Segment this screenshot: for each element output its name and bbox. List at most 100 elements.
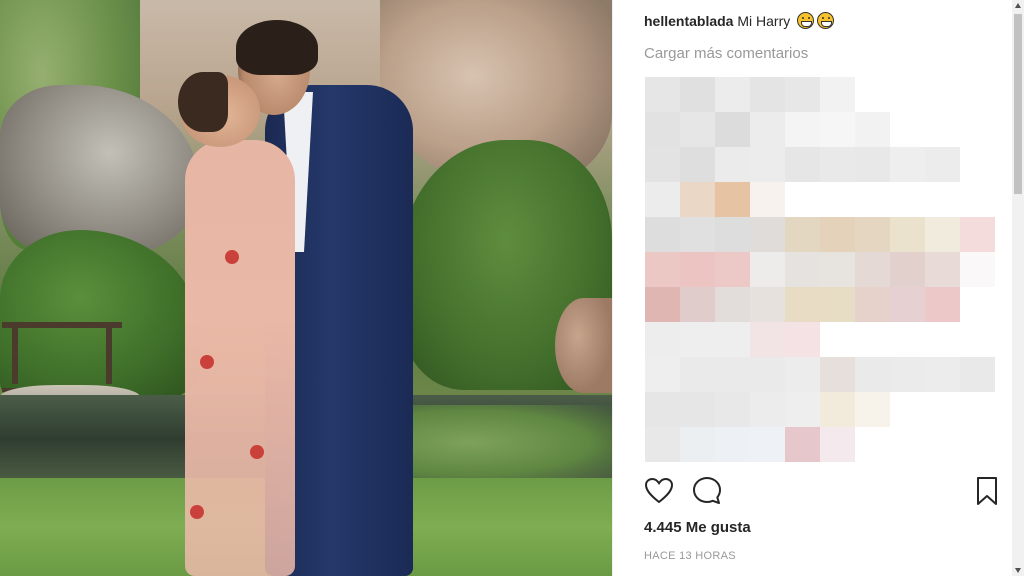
pixelated-comment-block <box>680 322 715 357</box>
bookmark-icon[interactable] <box>971 475 1003 507</box>
pixelated-comment-block <box>785 252 820 287</box>
pixelated-comment-block <box>645 427 680 462</box>
post-details-panel: hellentablada Mi Harry Cargar más coment… <box>612 0 1013 576</box>
pixelated-comment-block <box>820 252 855 287</box>
pixelated-comment-block <box>715 182 750 217</box>
pixelated-comment-block <box>715 392 750 427</box>
pixelated-comment-block <box>715 427 750 462</box>
pixelated-comment-block <box>645 77 680 112</box>
pixelated-comment-block <box>645 252 680 287</box>
load-more-comments-link[interactable]: Cargar más comentarios <box>644 45 808 62</box>
pixelated-comment-block <box>820 357 855 392</box>
pixelated-comment-block <box>715 112 750 147</box>
pixelated-comment-block <box>785 112 820 147</box>
pixelated-comment-block <box>715 287 750 322</box>
pixelated-comment-block <box>750 322 785 357</box>
pixelated-comment-block <box>715 147 750 182</box>
pixelated-comment-block <box>820 392 855 427</box>
grinning-face-emoji <box>817 12 835 29</box>
pixelated-comment-block <box>715 357 750 392</box>
pixelated-comment-block <box>820 147 855 182</box>
caption-username[interactable]: hellentablada <box>644 13 733 29</box>
pixelated-comment-block <box>750 357 785 392</box>
pixelated-comment-block <box>855 217 890 252</box>
post-actions <box>643 475 997 511</box>
pixelated-comment-block <box>750 217 785 252</box>
pixelated-comment-block <box>715 217 750 252</box>
pixelated-comment-block <box>890 287 925 322</box>
pixelated-comment-block <box>820 77 855 112</box>
pixelated-comment-block <box>785 217 820 252</box>
pixelated-comment-block <box>750 182 785 217</box>
dress-flower <box>190 505 204 519</box>
pixelated-comment-block <box>680 252 715 287</box>
pixelated-comment-block <box>855 147 890 182</box>
scrollbar-thumb[interactable] <box>1014 14 1022 194</box>
pixelated-comment-block <box>925 217 960 252</box>
pixelated-comment-block <box>680 147 715 182</box>
pixelated-comment-block <box>680 427 715 462</box>
pixelated-comment-block <box>750 147 785 182</box>
rock-right <box>555 298 612 393</box>
post-caption: hellentablada Mi Harry <box>644 12 835 29</box>
woman-hair <box>178 72 228 132</box>
pixelated-comment-block <box>645 147 680 182</box>
vertical-scrollbar[interactable] <box>1012 0 1024 576</box>
pixelated-comment-block <box>820 427 855 462</box>
pixelated-comment-block <box>750 252 785 287</box>
pixelated-comment-block <box>680 77 715 112</box>
pixelated-comments <box>645 77 995 463</box>
grinning-face-emoji <box>797 12 815 29</box>
pixelated-comment-block <box>820 112 855 147</box>
dress-flower <box>250 445 264 459</box>
pixelated-comment-block <box>680 287 715 322</box>
pixelated-comment-block <box>785 147 820 182</box>
pixelated-comment-block <box>855 287 890 322</box>
pixelated-comment-block <box>750 77 785 112</box>
pixelated-comment-block <box>890 252 925 287</box>
pixelated-comment-block <box>820 287 855 322</box>
pixelated-comment-block <box>855 392 890 427</box>
pixelated-comment-block <box>785 392 820 427</box>
pixelated-comment-block <box>855 357 890 392</box>
pixelated-comment-block <box>925 252 960 287</box>
pixelated-comment-block <box>750 392 785 427</box>
pixelated-comment-block <box>715 77 750 112</box>
pixelated-comment-block <box>925 357 960 392</box>
pixelated-comment-block <box>925 147 960 182</box>
pixelated-comment-block <box>785 322 820 357</box>
pixelated-comment-block <box>750 112 785 147</box>
pixelated-comment-block <box>750 427 785 462</box>
pixelated-comment-block <box>645 217 680 252</box>
pixelated-comment-block <box>715 252 750 287</box>
pixelated-comment-block <box>785 287 820 322</box>
pixelated-comment-block <box>890 147 925 182</box>
man-hair <box>236 20 318 75</box>
rock-left <box>0 85 200 255</box>
pixelated-comment-block <box>960 252 995 287</box>
pixelated-comment-block <box>785 77 820 112</box>
pixelated-comment-block <box>785 427 820 462</box>
pixelated-comment-block <box>855 252 890 287</box>
scroll-up-arrow-icon[interactable] <box>1012 0 1024 12</box>
pixelated-comment-block <box>925 287 960 322</box>
post-photo[interactable] <box>0 0 612 576</box>
post-timestamp: HACE 13 HORAS <box>644 550 736 562</box>
comment-bubble-icon[interactable] <box>691 475 723 507</box>
pixelated-comment-block <box>855 112 890 147</box>
pixelated-comment-block <box>645 357 680 392</box>
likes-count[interactable]: 4.445 Me gusta <box>644 519 751 536</box>
caption-text: Mi Harry <box>737 13 791 29</box>
pixelated-comment-block <box>785 357 820 392</box>
scroll-down-arrow-icon[interactable] <box>1012 564 1024 576</box>
pixelated-comment-block <box>750 287 785 322</box>
pixelated-comment-block <box>680 392 715 427</box>
pixelated-comment-block <box>820 217 855 252</box>
pixelated-comment-block <box>645 112 680 147</box>
pixelated-comment-block <box>960 217 995 252</box>
pixelated-comment-block <box>890 357 925 392</box>
dress-flower <box>200 355 214 369</box>
dress-flower <box>225 250 239 264</box>
heart-outline-icon[interactable] <box>643 475 675 507</box>
pixelated-comment-block <box>890 217 925 252</box>
